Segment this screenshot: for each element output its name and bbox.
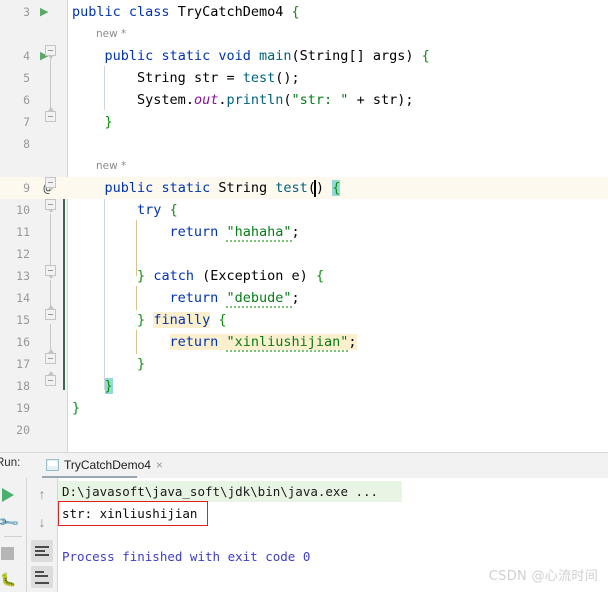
line-number: 20 — [16, 423, 30, 437]
rerun-button[interactable] — [0, 480, 26, 507]
code-text: } — [72, 400, 81, 416]
editor-line[interactable]: 15 } finally { — [0, 309, 608, 331]
run-tab-label: TryCatchDemo4 — [64, 457, 151, 472]
play-icon — [2, 488, 14, 502]
scroll-end-icon — [35, 575, 48, 577]
editor-line[interactable]: 12 — [0, 243, 608, 265]
stop-icon — [1, 547, 14, 560]
annotation-box — [58, 501, 208, 526]
run-toolbar-primary[interactable]: 🔧 🐛 — [0, 478, 27, 592]
toolbar-divider — [4, 536, 22, 537]
code-text: } — [104, 114, 113, 130]
code-text: public static String test() { — [104, 180, 341, 196]
fold-toggle-icon[interactable] — [45, 305, 56, 320]
idea-window: 3 ▶ public class TryCatchDemo4 { new * 4 ▶ pu… — [0, 0, 608, 592]
fold-toggle-icon[interactable] — [45, 177, 56, 191]
text-caret — [314, 180, 316, 197]
console-finished-line: Process finished with exit code 0 — [62, 549, 311, 564]
editor-line[interactable]: 13 } catch (Exception e) { — [0, 265, 608, 287]
code-text: try { — [137, 202, 178, 218]
code-text: } — [104, 378, 113, 394]
close-button[interactable]: 🐛 — [0, 566, 26, 593]
run-toolbar-secondary[interactable]: ↑ ↓ — [27, 478, 58, 592]
line-number: 10 — [16, 203, 30, 217]
editor-line[interactable]: 19} — [0, 397, 608, 419]
wrap-line-icon — [35, 546, 49, 548]
console-command-line: D:\javasoft\java_soft\jdk\bin\java.exe .… — [58, 481, 402, 502]
editor-line[interactable]: new * — [0, 155, 608, 177]
run-tab-trycatchdemo4[interactable]: TryCatchDemo4 × — [40, 452, 169, 477]
wrench-icon: 🔧 — [0, 510, 21, 534]
line-number: 8 — [23, 137, 30, 151]
code-text: return "xinliushijian"; — [169, 334, 357, 352]
line-number: 15 — [16, 313, 30, 327]
wrap-line-icon — [35, 554, 49, 556]
editor-line[interactable]: 16 return "xinliushijian"; — [0, 331, 608, 353]
line-number: 19 — [16, 401, 30, 415]
code-editor[interactable]: 3 ▶ public class TryCatchDemo4 { new * 4 ▶ pu… — [0, 0, 608, 452]
fold-toggle-icon[interactable] — [45, 199, 56, 213]
line-number: 3 — [23, 5, 30, 19]
editor-line[interactable]: 20 — [0, 419, 608, 441]
line-number: 12 — [16, 247, 30, 261]
editor-line[interactable]: 11 return "hahaha"; — [0, 221, 608, 243]
code-text: return "hahaha"; — [169, 224, 300, 242]
editor-line[interactable]: 4 ▶ public static void main(String[] args… — [0, 45, 608, 67]
inlay-hint: new * — [96, 28, 127, 40]
editor-line[interactable]: 5 String str = test(); — [0, 67, 608, 89]
editor-line[interactable]: 18 } — [0, 375, 608, 397]
fold-toggle-icon[interactable] — [45, 107, 56, 122]
line-number: 7 — [23, 115, 30, 129]
soft-wrap-button[interactable] — [31, 540, 53, 562]
code-text: String str = test(); — [137, 70, 300, 86]
editor-line[interactable]: new * — [0, 23, 608, 45]
wrap-line-icon — [35, 550, 45, 552]
editor-line[interactable]: 10 try { — [0, 199, 608, 221]
csdn-watermark: CSDN @心流时间 — [488, 569, 598, 584]
line-number: 17 — [16, 357, 30, 371]
code-text: } catch (Exception e) { — [137, 268, 325, 284]
scroll-end-icon — [35, 582, 49, 584]
close-icon[interactable]: × — [156, 459, 163, 471]
line-number: 14 — [16, 291, 30, 305]
run-window-label: Run: — [0, 457, 21, 469]
run-config-icon — [46, 458, 59, 471]
settings-button[interactable]: 🔧 — [0, 508, 26, 535]
editor-line[interactable]: 3 ▶ public class TryCatchDemo4 { — [0, 1, 608, 23]
line-number: 13 — [16, 269, 30, 283]
editor-line[interactable]: 7 } — [0, 111, 608, 133]
down-arrow-button[interactable]: ↓ — [32, 510, 52, 534]
code-text: } finally { — [137, 312, 227, 328]
up-arrow-button[interactable]: ↑ — [32, 482, 52, 506]
line-number: 6 — [23, 93, 30, 107]
line-number: 9 — [23, 181, 30, 195]
editor-line[interactable]: 17 } — [0, 353, 608, 375]
code-text: return "debude"; — [169, 290, 300, 308]
scroll-to-end-button[interactable] — [31, 566, 53, 588]
code-text: System.out.println("str: " + str); — [137, 92, 414, 108]
code-text: public class TryCatchDemo4 { — [72, 4, 300, 20]
line-number: 16 — [16, 335, 30, 349]
line-number: 4 — [23, 49, 30, 63]
scroll-end-icon — [35, 571, 44, 573]
stop-button[interactable] — [0, 538, 26, 565]
code-text: } — [137, 356, 146, 372]
fold-toggle-icon[interactable] — [45, 265, 56, 279]
fold-toggle-icon[interactable] — [45, 371, 56, 386]
editor-line[interactable]: 14 return "debude"; — [0, 287, 608, 309]
inlay-hint: new * — [96, 160, 127, 172]
line-number: 18 — [16, 379, 30, 393]
editor-line[interactable]: 6 System.out.println("str: " + str); — [0, 89, 608, 111]
line-number: 11 — [16, 225, 30, 239]
dump-threads-icon: 🐛 — [0, 572, 17, 587]
fold-toggle-icon[interactable] — [45, 45, 56, 59]
run-tool-window[interactable]: Run: TryCatchDemo4 × 🔧 🐛 ↑ ↓ D:\javasoft… — [0, 452, 608, 592]
editor-line[interactable]: 8 — [0, 133, 608, 155]
run-gutter-icon[interactable]: ▶ — [40, 1, 48, 23]
fold-toggle-icon[interactable] — [45, 349, 56, 364]
line-number: 5 — [23, 71, 30, 85]
code-text: public static void main(String[] args) { — [104, 48, 430, 64]
editor-line[interactable]: 9 @ public static String test() { — [0, 177, 608, 199]
